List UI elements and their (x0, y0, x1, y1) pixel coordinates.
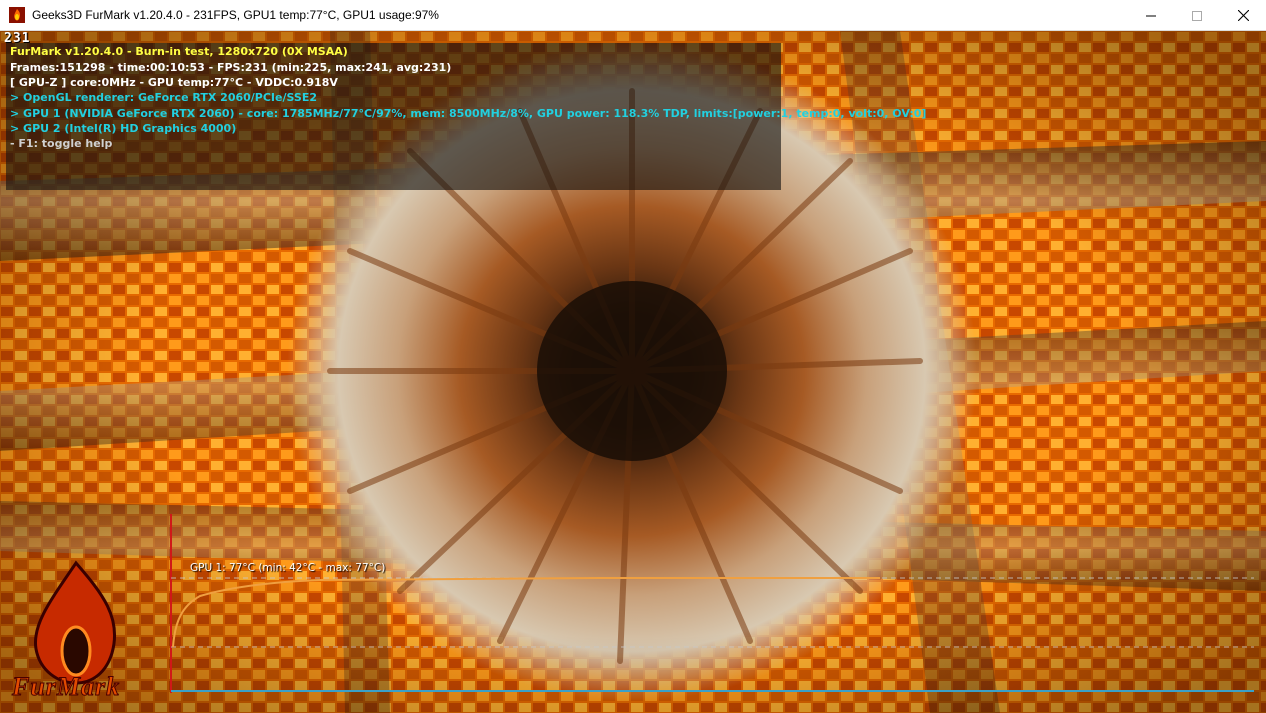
maximize-icon (1192, 10, 1202, 21)
maximize-button[interactable] (1174, 0, 1220, 31)
info-line-gpu2: > GPU 2 (Intel(R) HD Graphics 4000) (10, 122, 237, 135)
info-line-help: - F1: toggle help (10, 137, 113, 150)
minimize-button[interactable] (1128, 0, 1174, 31)
window-titlebar[interactable]: Geeks3D FurMark v1.20.4.0 - 231FPS, GPU1… (0, 0, 1266, 31)
close-icon (1237, 10, 1249, 21)
info-line-renderer: > OpenGL renderer: GeForce RTX 2060/PCIe… (10, 91, 318, 104)
minimize-icon (1146, 15, 1156, 16)
info-line-gpuz: [ GPU-Z ] core:0MHz - GPU temp:77°C - VD… (10, 76, 338, 89)
gpu-temp-graph-label: GPU 1: 77°C (min: 42°C - max: 77°C) (190, 562, 386, 574)
info-overlay-panel: FurMark v1.20.4.0 - Burn-in test, 1280x7… (6, 43, 926, 190)
render-viewport[interactable]: FurMark v1.20.4.0 - Burn-in test, 1280x7… (0, 31, 1266, 713)
window-title: Geeks3D FurMark v1.20.4.0 - 231FPS, GPU1… (32, 8, 439, 22)
furmark-app-icon[interactable] (9, 7, 25, 23)
fps-counter: 231 (4, 31, 31, 46)
close-button[interactable] (1220, 0, 1266, 31)
info-line-gpu1: > GPU 1 (NVIDIA GeForce RTX 2060) - core… (10, 107, 927, 120)
info-line-title: FurMark v1.20.4.0 - Burn-in test, 1280x7… (10, 45, 348, 58)
info-line-frames: Frames:151298 - time:00:10:53 - FPS:231 … (10, 61, 452, 74)
furmark-logo-text: FurMark (11, 672, 121, 702)
